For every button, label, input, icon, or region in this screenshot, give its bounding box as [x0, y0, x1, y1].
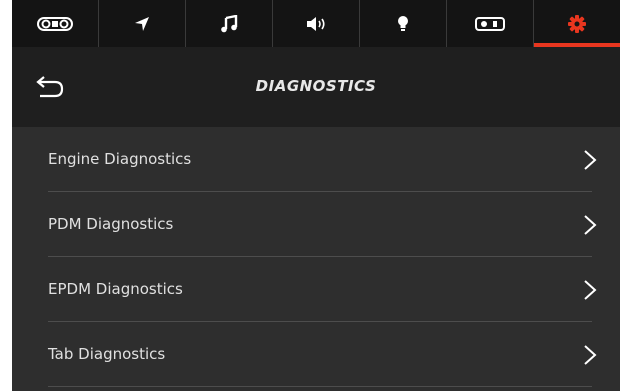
- navigation-icon: [135, 16, 149, 31]
- tab-vehicle[interactable]: [12, 0, 99, 47]
- tab-music[interactable]: [186, 0, 273, 47]
- tab-navigation[interactable]: [99, 0, 186, 47]
- chevron-right-icon: [584, 345, 597, 365]
- menu-item-pdm-diagnostics[interactable]: PDM Diagnostics: [12, 192, 620, 257]
- volume-icon: [307, 16, 325, 31]
- top-tab-bar: [12, 0, 620, 47]
- menu-item-label: EPDM Diagnostics: [48, 280, 183, 298]
- diagnostics-menu: Engine Diagnostics PDM Diagnostics EPDM …: [12, 127, 620, 387]
- menu-item-epdm-diagnostics[interactable]: EPDM Diagnostics: [12, 257, 620, 322]
- page-title: DIAGNOSTICS: [255, 77, 377, 95]
- vehicle-icon: [37, 16, 73, 31]
- menu-item-label: Tab Diagnostics: [48, 345, 166, 363]
- app-screen: DIAGNOSTICS Engine Diagnostics PDM Diagn…: [12, 0, 620, 391]
- tab-lights[interactable]: [360, 0, 447, 47]
- tab-settings[interactable]: [534, 0, 620, 47]
- chevron-right-icon: [584, 150, 597, 170]
- divider: [48, 386, 592, 387]
- menu-item-label: Engine Diagnostics: [48, 150, 192, 168]
- switch-icon: [475, 16, 505, 31]
- tab-switches[interactable]: [447, 0, 534, 47]
- light-bulb-icon: [398, 15, 408, 31]
- page-header: DIAGNOSTICS: [12, 47, 620, 127]
- tab-volume[interactable]: [273, 0, 360, 47]
- menu-item-label: PDM Diagnostics: [48, 215, 174, 233]
- chevron-right-icon: [584, 280, 597, 300]
- menu-item-engine-diagnostics[interactable]: Engine Diagnostics: [12, 127, 620, 192]
- chevron-right-icon: [584, 215, 597, 235]
- menu-item-tab-diagnostics[interactable]: Tab Diagnostics: [12, 322, 620, 387]
- settings-gear-icon: [568, 14, 586, 33]
- music-icon: [221, 14, 238, 32]
